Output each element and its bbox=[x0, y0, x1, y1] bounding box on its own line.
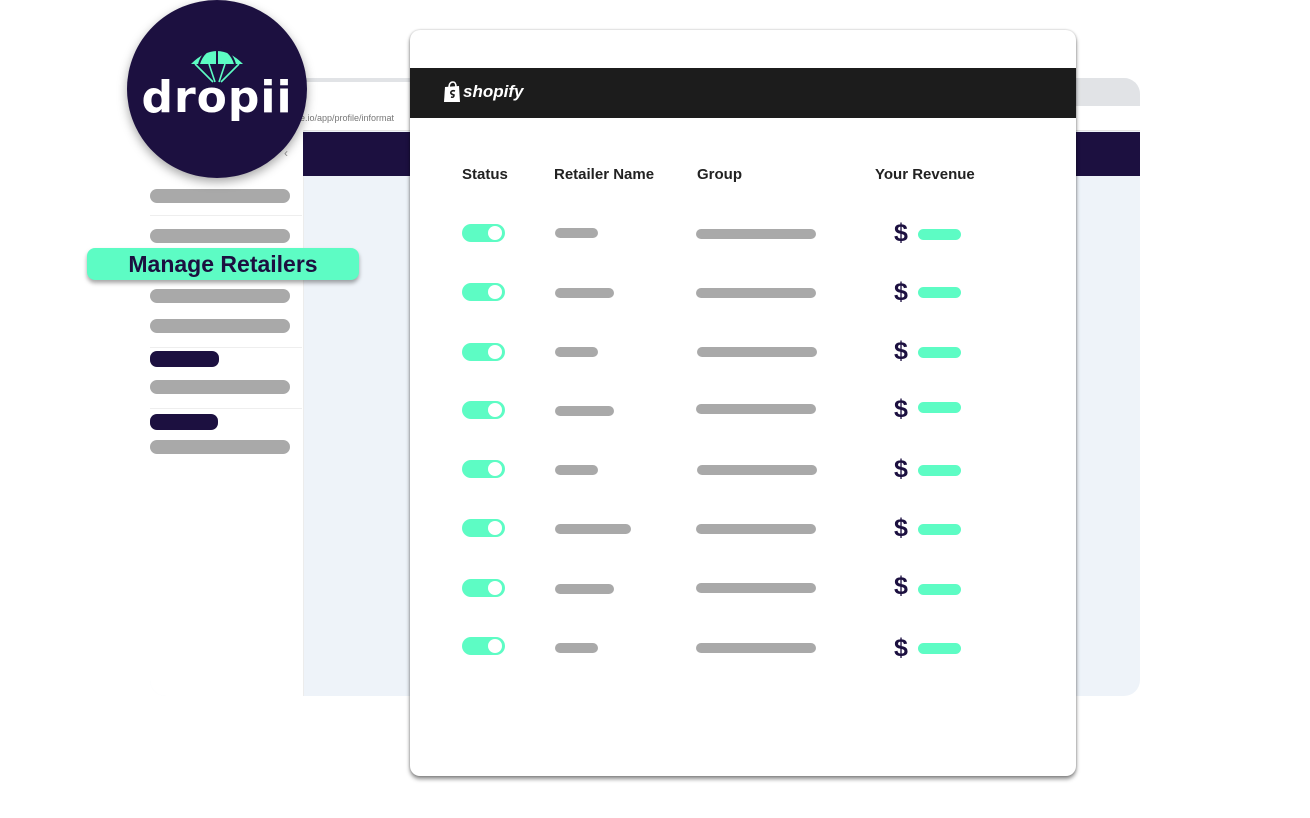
toggle-knob bbox=[488, 403, 502, 417]
toggle-knob bbox=[488, 581, 502, 595]
retailer-name-placeholder bbox=[555, 347, 598, 357]
manage-retailers-button[interactable]: Manage Retailers bbox=[87, 248, 359, 280]
column-header-status[interactable]: Status bbox=[462, 166, 508, 183]
dollar-icon: $ bbox=[894, 395, 908, 423]
retailer-name-placeholder bbox=[555, 643, 598, 653]
retailers-card: shopify Status Retailer Name Group Your … bbox=[410, 30, 1076, 776]
dollar-icon: $ bbox=[894, 514, 908, 542]
group-placeholder bbox=[696, 288, 816, 298]
sidebar-item-placeholder[interactable] bbox=[150, 229, 290, 243]
sidebar-divider bbox=[150, 347, 302, 348]
sidebar-item-placeholder[interactable] bbox=[150, 289, 290, 303]
retailer-name-placeholder bbox=[555, 465, 598, 475]
dollar-icon: $ bbox=[894, 634, 908, 662]
group-placeholder bbox=[696, 229, 816, 239]
status-toggle[interactable] bbox=[462, 401, 505, 419]
revenue-placeholder bbox=[918, 402, 961, 413]
toggle-knob bbox=[488, 639, 502, 653]
column-header-group[interactable]: Group bbox=[697, 166, 742, 183]
revenue-placeholder bbox=[918, 524, 961, 535]
sidebar-divider bbox=[150, 215, 302, 216]
revenue-placeholder bbox=[918, 229, 961, 240]
shopping-bag-icon bbox=[444, 81, 460, 102]
group-placeholder bbox=[696, 643, 816, 653]
revenue-placeholder bbox=[918, 347, 961, 358]
column-header-your-revenue[interactable]: Your Revenue bbox=[875, 166, 975, 183]
revenue-placeholder bbox=[918, 643, 961, 654]
toggle-knob bbox=[488, 345, 502, 359]
url-text: e.io/app/profile/informat bbox=[300, 113, 395, 123]
group-placeholder bbox=[697, 465, 817, 475]
sidebar-divider bbox=[150, 408, 302, 409]
sidebar-section-placeholder bbox=[150, 414, 218, 430]
retailer-name-placeholder bbox=[555, 288, 614, 298]
dollar-icon: $ bbox=[894, 219, 908, 247]
retailer-name-placeholder bbox=[555, 524, 631, 534]
retailer-name-placeholder bbox=[555, 584, 614, 594]
status-toggle[interactable] bbox=[462, 224, 505, 242]
status-toggle[interactable] bbox=[462, 343, 505, 361]
status-toggle[interactable] bbox=[462, 460, 505, 478]
group-placeholder bbox=[696, 583, 816, 593]
toggle-knob bbox=[488, 462, 502, 476]
status-toggle[interactable] bbox=[462, 637, 505, 655]
toggle-knob bbox=[488, 226, 502, 240]
group-placeholder bbox=[697, 347, 817, 357]
dollar-icon: $ bbox=[894, 337, 908, 365]
retailer-name-placeholder bbox=[555, 228, 598, 238]
status-toggle[interactable] bbox=[462, 579, 505, 597]
logo-wordmark: dropii bbox=[141, 72, 293, 123]
toggle-knob bbox=[488, 285, 502, 299]
dropii-logo: dropii bbox=[127, 0, 307, 178]
sidebar-item-placeholder[interactable] bbox=[150, 380, 290, 394]
group-placeholder bbox=[696, 524, 816, 534]
dollar-icon: $ bbox=[894, 278, 908, 306]
status-toggle[interactable] bbox=[462, 283, 505, 301]
toggle-knob bbox=[488, 521, 502, 535]
sidebar-item-placeholder[interactable] bbox=[150, 319, 290, 333]
revenue-placeholder bbox=[918, 465, 961, 476]
sidebar-section-placeholder bbox=[150, 351, 219, 367]
group-placeholder bbox=[696, 404, 816, 414]
dollar-icon: $ bbox=[894, 455, 908, 483]
shopify-wordmark: shopify bbox=[463, 82, 524, 101]
revenue-placeholder bbox=[918, 287, 961, 298]
column-header-retailer-name[interactable]: Retailer Name bbox=[554, 166, 654, 183]
status-toggle[interactable] bbox=[462, 519, 505, 537]
sidebar-item-placeholder[interactable] bbox=[150, 189, 290, 203]
shopify-header: shopify bbox=[410, 68, 1076, 118]
sidebar-item-placeholder[interactable] bbox=[150, 440, 290, 454]
retailer-name-placeholder bbox=[555, 406, 614, 416]
revenue-placeholder bbox=[918, 584, 961, 595]
dollar-icon: $ bbox=[894, 572, 908, 600]
chevron-left-icon[interactable]: ‹ bbox=[284, 146, 288, 160]
